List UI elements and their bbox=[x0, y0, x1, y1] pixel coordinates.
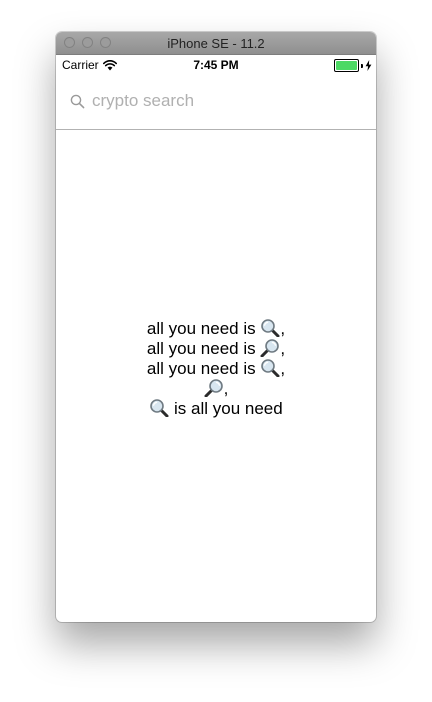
battery-tip bbox=[361, 63, 363, 68]
status-time: 7:45 PM bbox=[193, 58, 239, 72]
message-line-suffix: , bbox=[280, 319, 286, 338]
window-controls bbox=[64, 37, 111, 48]
message-line-suffix: , bbox=[223, 379, 229, 398]
message-line-suffix: , bbox=[280, 339, 286, 358]
message-line-text: is all you need bbox=[169, 399, 283, 418]
close-window-button[interactable] bbox=[64, 37, 75, 48]
magnifier-left-icon bbox=[261, 319, 280, 337]
magnifier-left-icon bbox=[261, 359, 280, 377]
message-line: , bbox=[147, 379, 285, 399]
battery-level bbox=[336, 61, 357, 70]
message-line: all you need is , bbox=[147, 359, 285, 379]
message-line-suffix: , bbox=[280, 359, 286, 378]
battery-indicator bbox=[334, 59, 372, 72]
message-line: all you need is , bbox=[147, 319, 285, 339]
results-area: all you need is , all you need is , all yo… bbox=[56, 130, 376, 622]
battery-icon bbox=[334, 59, 359, 72]
message-line: all you need is , bbox=[147, 339, 285, 359]
window-titlebar: iPhone SE - 11.2 bbox=[56, 32, 376, 55]
magnifier-right-icon bbox=[204, 379, 223, 397]
message-line-text: all you need is bbox=[146, 319, 261, 338]
search-input[interactable] bbox=[92, 91, 342, 111]
status-bar: Carrier 7:45 PM bbox=[56, 55, 376, 75]
minimize-window-button[interactable] bbox=[82, 37, 93, 48]
window-title: iPhone SE - 11.2 bbox=[167, 35, 265, 51]
empty-state-message: all you need is , all you need is , all yo… bbox=[147, 319, 285, 419]
simulator-window: iPhone SE - 11.2 Carrier 7:45 PM crypto … bbox=[56, 32, 376, 622]
search-field[interactable] bbox=[70, 91, 342, 111]
message-line-text: all you need is bbox=[146, 339, 261, 358]
zoom-window-button[interactable] bbox=[100, 37, 111, 48]
message-line: is all you need bbox=[147, 399, 285, 419]
search-icon bbox=[70, 94, 85, 108]
magnifier-right-icon bbox=[260, 339, 280, 357]
search-bar bbox=[56, 75, 376, 130]
charging-bolt-icon bbox=[365, 60, 372, 71]
magnifier-left-icon bbox=[150, 399, 169, 417]
message-line-text: all you need is bbox=[146, 359, 261, 378]
